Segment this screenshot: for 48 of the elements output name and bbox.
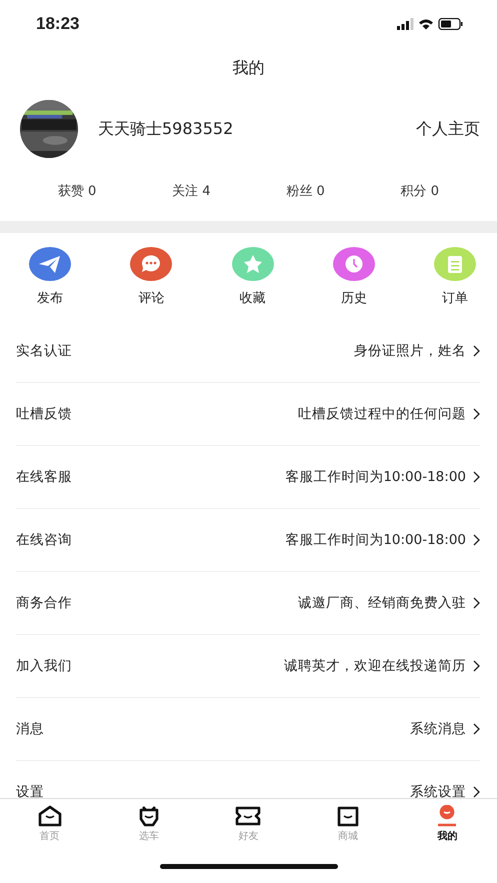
menu-item[interactable]: 吐槽反馈	[16, 405, 298, 423]
menu-item[interactable]: 在线咨询	[16, 531, 286, 549]
ticket-icon	[235, 805, 262, 827]
chevron-right-icon	[473, 471, 480, 483]
clock-icon[interactable]	[332, 247, 375, 281]
paper-plane-icon[interactable]	[29, 247, 71, 281]
shortcut-label[interactable]: 历史	[340, 289, 367, 307]
menu-item[interactable]: 在线客服	[16, 468, 286, 486]
menu-detail: 诚聘英才，欢迎在线投递简历	[284, 657, 466, 675]
page-title: 我的	[232, 57, 266, 79]
stat-count[interactable]: 粉丝 0	[286, 182, 325, 200]
shortcut-label[interactable]: 评论	[138, 289, 164, 307]
shortcut-label[interactable]: 收藏	[240, 289, 266, 307]
menu-detail: 吐槽反馈过程中的任何问题	[298, 405, 466, 423]
menu-item[interactable]: 加入我们	[16, 657, 284, 675]
menu-detail: 身份证照片，姓名	[354, 342, 466, 360]
clipboard-icon[interactable]	[434, 247, 476, 281]
chevron-right-icon	[473, 597, 480, 609]
chevron-right-icon	[473, 660, 480, 672]
menu-detail: 系统设置	[410, 783, 466, 798]
wifi-icon	[419, 18, 433, 30]
battery-icon	[438, 18, 463, 30]
shortcut-label[interactable]: 订单	[442, 289, 468, 307]
menu-item[interactable]: 消息	[16, 720, 410, 738]
menu-detail: 系统消息	[410, 720, 466, 738]
menu-item[interactable]: 商务合作	[16, 594, 298, 612]
bag-icon	[334, 805, 361, 827]
chat-bubble-icon[interactable]	[130, 247, 172, 281]
profile-link[interactable]: 个人主页	[416, 118, 480, 140]
chevron-right-icon	[473, 723, 480, 735]
chevron-right-icon	[473, 345, 480, 357]
menu-item[interactable]: 实名认证	[16, 342, 354, 360]
menu-detail: 诚邀厂商、经销商免费入驻	[298, 594, 466, 612]
stat-count[interactable]: 关注 4	[172, 182, 211, 200]
shortcut-label[interactable]: 发布	[37, 289, 63, 307]
menu-detail: 客服工作时间为10:00-18:00	[285, 468, 466, 486]
status-time: 18:23	[36, 14, 80, 34]
menu-item[interactable]: 设置	[16, 783, 410, 798]
chevron-right-icon	[473, 534, 480, 546]
chevron-right-icon	[473, 786, 480, 798]
chevron-right-icon	[473, 408, 480, 420]
user-name: 天天骑士5983552	[98, 118, 234, 140]
stat-count[interactable]: 积分 0	[400, 182, 440, 200]
menu-detail: 客服工作时间为10:00-18:00	[285, 531, 466, 549]
home-icon	[36, 805, 63, 827]
signal-icon	[397, 18, 414, 30]
stat-count[interactable]: 获赞 0	[58, 182, 96, 200]
tab[interactable]: 我的	[417, 799, 478, 849]
